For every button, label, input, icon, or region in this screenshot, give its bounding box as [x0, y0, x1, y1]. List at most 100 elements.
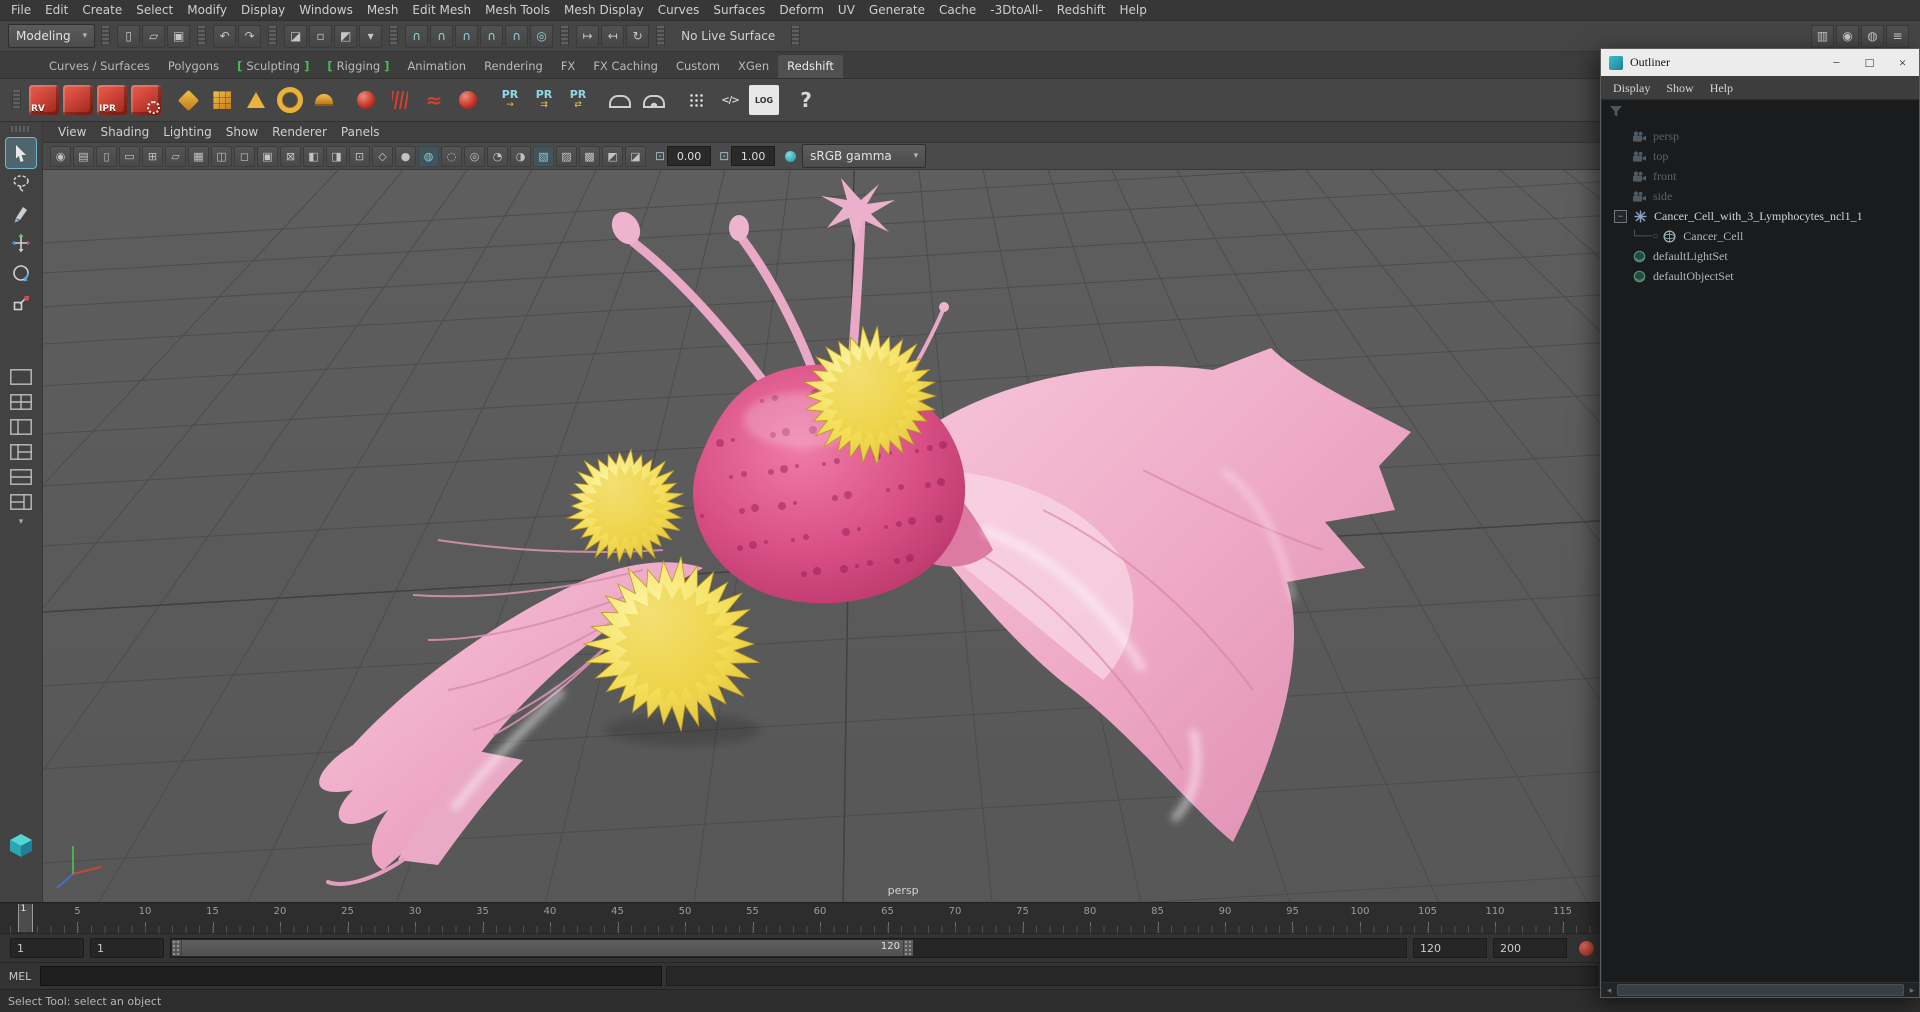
gate-mask-icon[interactable]: ▣ — [257, 145, 278, 167]
shelf-tab-fx[interactable]: FX — [552, 55, 585, 78]
scroll-left-icon[interactable]: ◂ — [1602, 985, 1616, 996]
undo-icon[interactable]: ↶ — [213, 24, 237, 48]
menu-surfaces[interactable]: Surfaces — [706, 0, 772, 20]
outliner-item-defaultobjectset[interactable]: defaultObjectSet — [1602, 266, 1919, 286]
chevron-down-icon[interactable]: ▾ — [19, 517, 24, 527]
bookmarks-icon[interactable]: ▯ — [96, 145, 117, 167]
rotate-tool-button[interactable] — [6, 258, 36, 288]
menu-select[interactable]: Select — [129, 0, 180, 20]
rs-ies-light-button[interactable] — [681, 85, 711, 115]
paint-select-tool-button[interactable] — [6, 198, 36, 228]
live-surface-label[interactable]: No Live Surface — [681, 29, 775, 43]
shelf-tab-polygons[interactable]: Polygons — [159, 55, 228, 78]
scrollbar-thumb[interactable] — [1617, 984, 1904, 996]
layout-three-pane-left-button[interactable] — [7, 441, 35, 463]
menu-modify[interactable]: Modify — [180, 0, 234, 20]
maximize-button[interactable]: □ — [1853, 49, 1886, 76]
expander-icon[interactable]: − — [1614, 209, 1627, 223]
menu-mesh-display[interactable]: Mesh Display — [557, 0, 651, 20]
image-plane-icon[interactable]: ▭ — [119, 145, 140, 167]
snap-view-plane-icon[interactable]: ∩ — [505, 24, 529, 48]
shelf-tab-redshift[interactable]: Redshift — [778, 55, 843, 78]
workspace-cube-icon[interactable] — [8, 832, 34, 858]
outliner-item-persp[interactable]: persp — [1602, 126, 1919, 146]
outliner-titlebar[interactable]: Outliner − □ × — [1601, 49, 1919, 76]
menu-display[interactable]: Display — [234, 0, 292, 20]
range-start-handle[interactable] — [172, 940, 182, 956]
range-end-handle[interactable] — [903, 940, 913, 956]
menu-set-dropdown[interactable]: Modeling ▾ — [8, 24, 96, 48]
rs-physical-sky-button[interactable] — [275, 85, 305, 115]
rs-proxy-export-button[interactable]: PR → — [495, 85, 525, 115]
menu-file[interactable]: File — [4, 0, 38, 20]
ipr-render-icon[interactable]: ◍ — [1861, 24, 1884, 48]
snap-grid-icon[interactable]: ∩ — [405, 24, 429, 48]
scroll-right-icon[interactable]: ▸ — [1905, 985, 1919, 996]
new-scene-icon[interactable]: ▯ — [117, 24, 141, 48]
film-gate-icon[interactable]: ◫ — [211, 145, 232, 167]
outliner-menu-show[interactable]: Show — [1658, 78, 1701, 98]
menu-generate[interactable]: Generate — [862, 0, 932, 20]
snap-projected-center-icon[interactable]: ∩ — [480, 24, 504, 48]
toolbar-grip[interactable] — [101, 26, 111, 46]
redshift-render-button[interactable] — [63, 85, 93, 115]
rs-log-window-button[interactable]: LOG — [749, 85, 779, 115]
open-render-view-icon[interactable]: ▥ — [1811, 24, 1834, 48]
select-object-icon[interactable]: ▫ — [309, 24, 333, 48]
shelf-grip[interactable] — [12, 90, 21, 110]
outliner-item-defaultlightset[interactable]: defaultLightSet — [1602, 246, 1919, 266]
playback-end-field[interactable]: 120 — [1413, 938, 1487, 958]
panel-menu-lighting[interactable]: Lighting — [156, 122, 219, 142]
wireframe-icon[interactable]: ◇ — [372, 145, 393, 167]
rs-curve-shader-button[interactable]: ≈ — [419, 85, 449, 115]
current-frame-marker[interactable]: 1 — [17, 904, 33, 932]
use-default-material-icon[interactable]: ◌ — [441, 145, 462, 167]
minimize-button[interactable]: − — [1820, 49, 1853, 76]
snap-point-icon[interactable]: ∩ — [455, 24, 479, 48]
rs-material-button[interactable] — [351, 85, 381, 115]
select-tool-button[interactable] — [5, 137, 37, 169]
move-tool-button[interactable] — [6, 228, 36, 258]
panel-menu-shading[interactable]: Shading — [93, 122, 156, 142]
toolbar-grip[interactable] — [656, 26, 666, 46]
command-language-label[interactable]: MEL — [0, 970, 40, 983]
close-button[interactable]: × — [1886, 49, 1919, 76]
panel-menu-renderer[interactable]: Renderer — [265, 122, 334, 142]
redshift-render-settings-button[interactable] — [131, 85, 161, 115]
scale-tool-button[interactable] — [6, 288, 36, 318]
textured-icon[interactable]: ◍ — [418, 145, 439, 167]
animation-start-field[interactable]: 1 — [10, 938, 84, 958]
field-chart-icon[interactable]: ⊠ — [280, 145, 301, 167]
shelf-tab-xgen[interactable]: XGen — [729, 55, 778, 78]
gamma-icon[interactable]: ⊡ — [719, 149, 729, 163]
shelf-tab-rigging[interactable]: [ Rigging ] — [318, 55, 398, 78]
outliner-item-front[interactable]: front — [1602, 166, 1919, 186]
menu-redshift[interactable]: Redshift — [1050, 0, 1113, 20]
panel-menu-view[interactable]: View — [51, 122, 93, 142]
camera-attributes-icon[interactable]: ▤ — [73, 145, 94, 167]
select-camera-icon[interactable]: ◉ — [50, 145, 71, 167]
playback-range-bar[interactable]: 120 — [172, 940, 913, 956]
construction-history-icon[interactable]: ↻ — [626, 24, 650, 48]
grid-display-icon[interactable]: ▦ — [188, 145, 209, 167]
make-live-icon[interactable]: ◎ — [530, 24, 554, 48]
frame-all-icon[interactable]: ⊡ — [349, 145, 370, 167]
menu-mesh-tools[interactable]: Mesh Tools — [478, 0, 557, 20]
selection-mask-icon[interactable]: ▾ — [359, 24, 383, 48]
menu-edit[interactable]: Edit — [38, 0, 75, 20]
menu-help[interactable]: Help — [1112, 0, 1153, 20]
command-result-field[interactable] — [666, 966, 1598, 986]
safe-action-icon[interactable]: ◧ — [303, 145, 324, 167]
menu-cache[interactable]: Cache — [932, 0, 983, 20]
snap-curve-icon[interactable]: ∩ — [430, 24, 454, 48]
view-transform-dropdown[interactable]: sRGB gamma ▾ — [802, 144, 927, 168]
layout-three-pane-right-button[interactable] — [7, 491, 35, 513]
shelf-tab-rendering[interactable]: Rendering — [475, 55, 552, 78]
multisample-icon[interactable]: ▩ — [579, 145, 600, 167]
menu-create[interactable]: Create — [75, 0, 129, 20]
render-current-frame-icon[interactable]: ◉ — [1836, 24, 1859, 48]
occlusion-icon[interactable]: ▧ — [533, 145, 554, 167]
toolbar-grip[interactable] — [791, 26, 801, 46]
save-scene-icon[interactable]: ▣ — [167, 24, 191, 48]
rs-volume-button[interactable] — [207, 85, 237, 115]
